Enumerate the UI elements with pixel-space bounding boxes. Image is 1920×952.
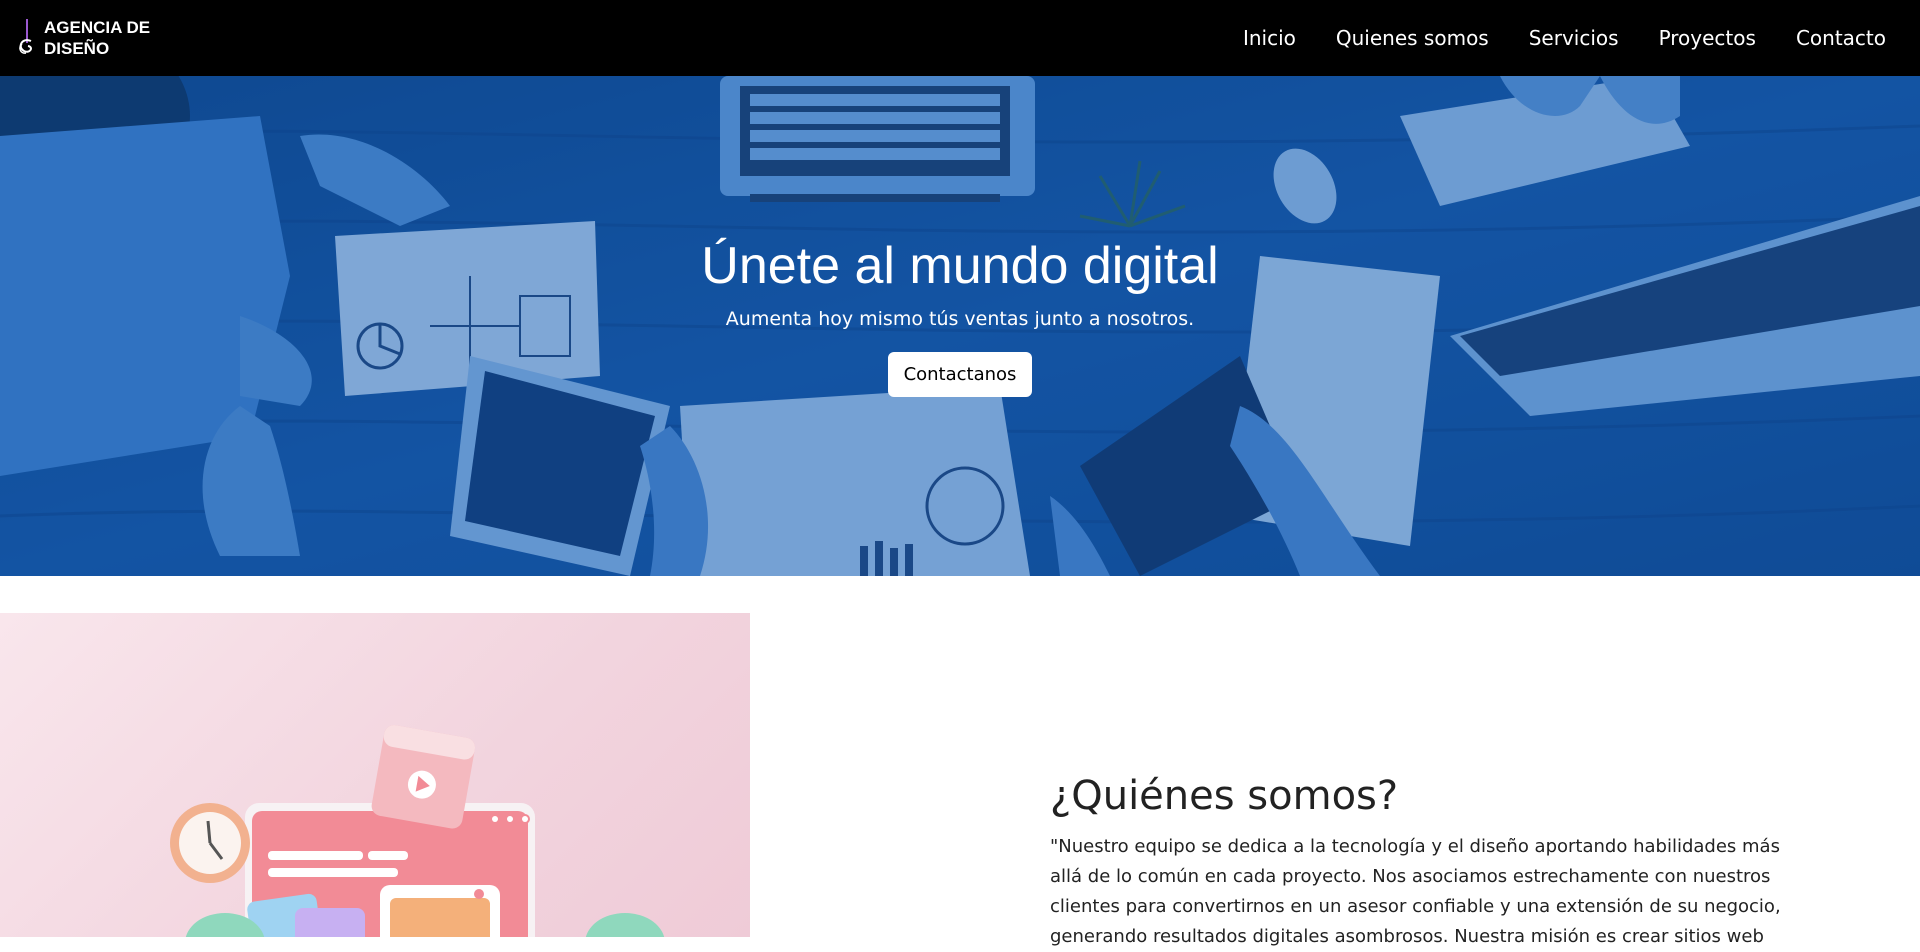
app-window-illustration — [170, 725, 665, 937]
nav-link-inicio[interactable]: Inicio — [1243, 26, 1296, 50]
contact-cta-button[interactable]: Contactanos — [887, 352, 1033, 397]
hero-title: Únete al mundo digital — [701, 237, 1219, 295]
nav-link-quienes-somos[interactable]: Quienes somos — [1336, 26, 1489, 50]
nav-menu: Inicio Quienes somos Servicios Proyectos… — [1243, 26, 1886, 50]
logo-icon — [19, 19, 32, 54]
about-illustration — [0, 613, 750, 937]
hero-content: Únete al mundo digital Aumenta hoy mismo… — [0, 76, 1920, 576]
brand-name: AGENCIA DE DISEÑO — [44, 18, 151, 58]
about-section: ¿Quiénes somos? "Nuestro equipo se dedic… — [1050, 770, 1790, 952]
brand-logo-link[interactable]: AGENCIA DE DISEÑO — [14, 17, 154, 59]
navbar: AGENCIA DE DISEÑO Inicio Quienes somos S… — [0, 0, 1920, 76]
about-description: "Nuestro equipo se dedica a la tecnologí… — [1050, 836, 1781, 947]
nav-link-servicios[interactable]: Servicios — [1529, 26, 1619, 50]
hero-subtitle: Aumenta hoy mismo tús ventas junto a nos… — [725, 308, 1195, 330]
nav-link-contacto[interactable]: Contacto — [1796, 26, 1886, 50]
about-title: ¿Quiénes somos? — [1050, 773, 1399, 819]
nav-link-proyectos[interactable]: Proyectos — [1659, 26, 1756, 50]
hero-section: Únete al mundo digital Aumenta hoy mismo… — [0, 76, 1920, 576]
